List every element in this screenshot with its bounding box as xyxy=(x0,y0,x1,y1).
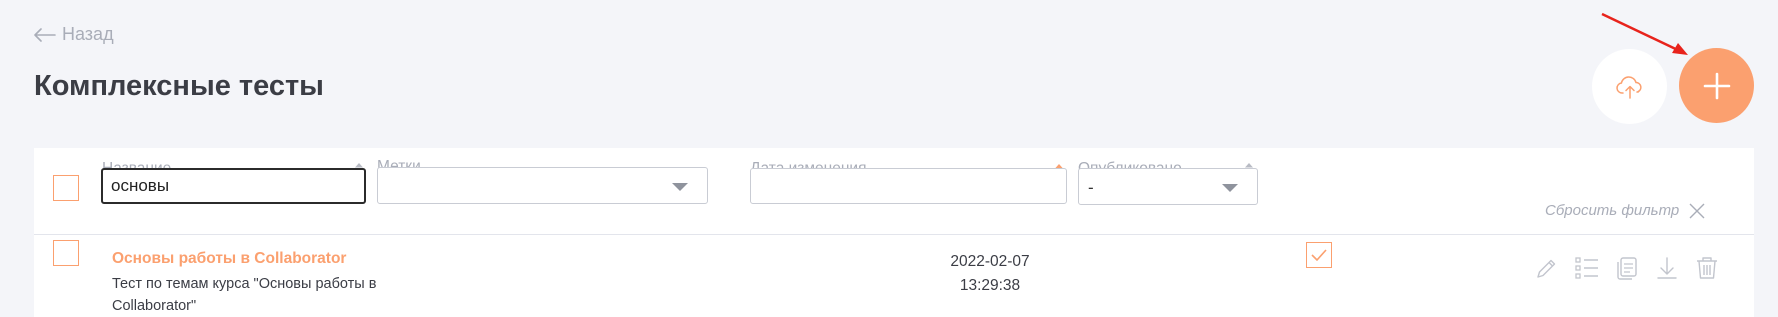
test-description: Тест по темам курса "Основы работы в Col… xyxy=(112,276,377,314)
row-actions xyxy=(1534,254,1720,282)
plus-icon xyxy=(1703,72,1730,99)
page-title: Комплексные тесты xyxy=(34,70,324,102)
list-icon xyxy=(1575,257,1598,279)
download-icon xyxy=(1657,257,1677,279)
tags-filter-select[interactable] xyxy=(377,167,708,204)
reset-filter-button[interactable]: Сбросить фильтр xyxy=(1545,202,1705,219)
chevron-down-icon xyxy=(1222,184,1238,192)
checkmark-icon xyxy=(1311,249,1327,261)
published-filter-select[interactable]: - xyxy=(1078,168,1258,205)
upload-button[interactable] xyxy=(1592,49,1667,124)
reset-filter-label: Сбросить фильтр xyxy=(1545,202,1680,219)
download-button[interactable] xyxy=(1654,254,1680,282)
table-row: Основы работы в Collaborator Тест по тем… xyxy=(34,236,1754,317)
name-filter-input[interactable] xyxy=(101,168,366,204)
arrow-left-icon xyxy=(34,27,56,42)
back-link[interactable]: Назад xyxy=(34,24,114,45)
chevron-down-icon xyxy=(672,183,688,191)
add-test-button[interactable] xyxy=(1679,48,1754,123)
row-checkbox[interactable] xyxy=(53,240,79,266)
back-label: Назад xyxy=(62,24,114,44)
date-filter-input[interactable] xyxy=(750,168,1067,204)
questions-list-button[interactable] xyxy=(1574,254,1600,282)
pencil-icon xyxy=(1537,259,1556,278)
modified-date-time: 13:29:38 xyxy=(959,277,1021,294)
close-icon xyxy=(1689,203,1705,218)
published-checkbox[interactable] xyxy=(1306,242,1332,268)
trash-icon xyxy=(1697,257,1717,279)
delete-button[interactable] xyxy=(1694,254,1720,282)
copy-icon xyxy=(1617,257,1637,280)
filter-row: Название Метки Дата изменения Опубликова… xyxy=(34,148,1754,235)
cloud-upload-icon xyxy=(1615,75,1642,99)
edit-button[interactable] xyxy=(1534,254,1560,282)
test-title-link[interactable]: Основы работы в Collaborator xyxy=(112,250,346,268)
tests-table: Название Метки Дата изменения Опубликова… xyxy=(34,148,1754,317)
copy-button[interactable] xyxy=(1614,254,1640,282)
published-filter-value: - xyxy=(1088,178,1094,197)
select-all-checkbox[interactable] xyxy=(53,175,79,201)
modified-date: 2022-02-07 13:29:38 xyxy=(930,250,1050,298)
modified-date-day: 2022-02-07 xyxy=(950,253,1030,270)
